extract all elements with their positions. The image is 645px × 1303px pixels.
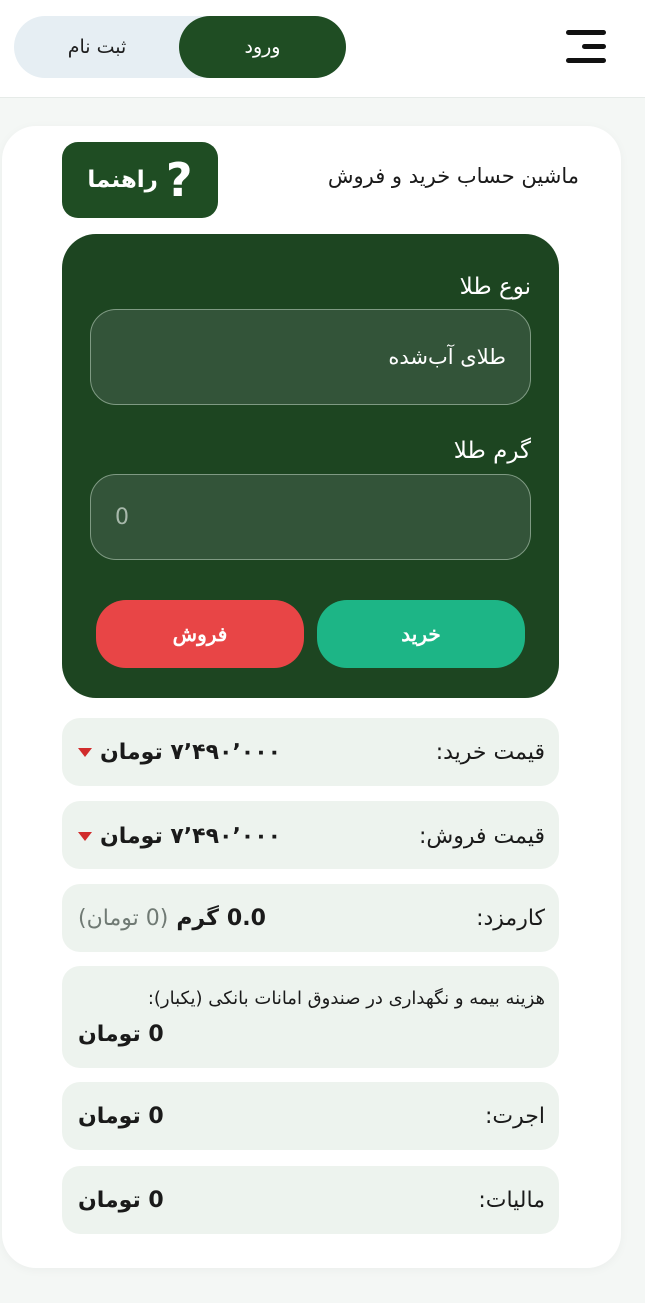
tax-label: مالیات: [478,1188,545,1213]
insurance-value: 0 تومان [78,1022,164,1047]
help-button-label: راهنما [87,167,158,193]
sell-price-row: قیمت فروش: ۷٬۴۹۰٬۰۰۰ تومان [62,801,559,869]
gram-label: گرم طلا [453,438,531,464]
calculator-card: ماشین حساب خرید و فروش ? راهنما نوع طلا … [2,126,621,1268]
buy-price-value-wrap: ۷٬۴۹۰٬۰۰۰ تومان [78,740,281,765]
fee-gram: 0.0 [226,906,266,931]
price-down-icon [78,748,92,757]
wage-value: 0 تومان [78,1104,164,1129]
fee-row: کارمزد: 0.0 گرم (0 تومان) [62,884,559,952]
buy-price-row: قیمت خرید: ۷٬۴۹۰٬۰۰۰ تومان [62,718,559,786]
tax-value: 0 تومان [78,1188,164,1213]
wage-row: اجرت: 0 تومان [62,1082,559,1150]
hamburger-menu-icon[interactable] [566,30,606,64]
gold-type-label: نوع طلا [459,274,531,300]
gram-input-value: 0 [115,504,129,530]
signup-button[interactable]: ثبت نام [14,16,180,78]
insurance-row: هزینه بیمه و نگهداری در صندوق امانات بان… [62,966,559,1068]
page-title: ماشین حساب خرید و فروش [327,164,579,188]
auth-toggle: ثبت نام ورود [14,16,346,78]
fee-unit: گرم [176,906,219,931]
buy-button[interactable]: خرید [317,600,525,668]
fee-label: کارمزد: [476,906,545,931]
gram-input[interactable]: 0 [90,474,531,560]
top-header: ثبت نام ورود [0,0,645,98]
buy-price-label: قیمت خرید: [435,740,545,765]
insurance-label: هزینه بیمه و نگهداری در صندوق امانات بان… [147,988,545,1009]
fee-toman: (0 تومان) [78,906,169,931]
login-button[interactable]: ورود [179,16,346,78]
sell-button[interactable]: فروش [96,600,304,668]
question-mark-icon: ? [165,153,193,207]
calculator-panel: نوع طلا طلای آب‌شده گرم طلا 0 خرید فروش [62,234,559,698]
price-down-icon [78,832,92,841]
sell-price-label: قیمت فروش: [418,824,545,849]
sell-price-value: ۷٬۴۹۰٬۰۰۰ تومان [100,824,282,849]
gold-type-select[interactable]: طلای آب‌شده [90,309,531,405]
wage-label: اجرت: [485,1104,545,1129]
fee-value-wrap: 0.0 گرم (0 تومان) [78,906,266,931]
tax-row: مالیات: 0 تومان [62,1166,559,1234]
help-button[interactable]: ? راهنما [62,142,218,218]
sell-price-value-wrap: ۷٬۴۹۰٬۰۰۰ تومان [78,824,281,849]
buy-price-value: ۷٬۴۹۰٬۰۰۰ تومان [100,740,282,765]
gold-type-value: طلای آب‌شده [388,345,506,369]
